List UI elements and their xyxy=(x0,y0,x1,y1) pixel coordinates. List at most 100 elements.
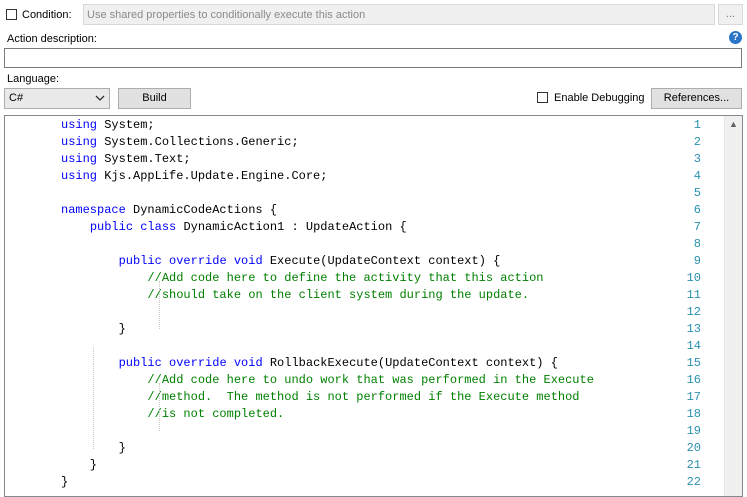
code-line: 10 //Add code here to define the activit… xyxy=(5,270,705,287)
code-token: Execute(UpdateContext context) { xyxy=(262,254,501,268)
indent-guide xyxy=(159,281,160,329)
code-text: namespace DynamicCodeActions { xyxy=(61,202,277,219)
code-token: System; xyxy=(97,118,155,132)
line-number: 16 xyxy=(686,373,701,387)
code-text: using Kjs.AppLife.Update.Engine.Core; xyxy=(61,168,327,185)
keyword-token: namespace xyxy=(61,203,126,217)
line-number: 22 xyxy=(686,475,701,489)
code-text: } xyxy=(61,474,68,491)
line-number: 9 xyxy=(693,254,701,268)
line-number: 6 xyxy=(693,203,701,217)
code-text: public override void RollbackExecute(Upd… xyxy=(61,355,558,372)
code-line: 21 } xyxy=(5,457,705,474)
code-token: System.Text; xyxy=(97,152,191,166)
keyword-token: using xyxy=(61,118,98,132)
comment-token: //method. The method is not performed if… xyxy=(147,390,580,404)
line-number: 14 xyxy=(686,339,701,353)
line-number: 7 xyxy=(693,220,701,234)
code-line: 22} xyxy=(5,474,705,491)
build-button[interactable]: Build xyxy=(118,88,191,109)
code-token: DynamicAction1 : UpdateAction { xyxy=(176,220,407,234)
code-text: //Add code here to undo work that was pe… xyxy=(61,372,594,389)
line-number: 8 xyxy=(693,237,701,251)
comment-token: //is not completed. xyxy=(147,407,285,421)
code-line: 16 //Add code here to undo work that was… xyxy=(5,372,705,389)
code-token: DynamicCodeActions { xyxy=(125,203,278,217)
condition-input[interactable]: Use shared properties to conditionally e… xyxy=(83,4,715,25)
condition-browse-button[interactable]: ... xyxy=(718,4,743,25)
indent-guide xyxy=(159,383,160,431)
code-line: 9 public override void Execute(UpdateCon… xyxy=(5,253,705,270)
keyword-token: using xyxy=(61,152,98,166)
code-line: 12 xyxy=(5,304,705,321)
code-line: 4 using Kjs.AppLife.Update.Engine.Core; xyxy=(5,168,705,185)
vertical-scrollbar[interactable]: ▲ xyxy=(724,116,742,496)
code-line: 3 using System.Text; xyxy=(5,151,705,168)
enable-debugging-checkbox[interactable] xyxy=(537,92,548,103)
code-token: } xyxy=(61,322,126,336)
line-number: 15 xyxy=(686,356,701,370)
language-label: Language: xyxy=(7,73,59,85)
code-line: 1 using System; xyxy=(5,117,705,134)
condition-checkbox[interactable] xyxy=(6,9,17,20)
line-number: 20 xyxy=(686,441,701,455)
action-description-field[interactable] xyxy=(4,48,742,68)
code-text: //Add code here to define the activity t… xyxy=(61,270,544,287)
indent-guide xyxy=(93,347,94,364)
code-text: using System.Collections.Generic; xyxy=(61,134,299,151)
code-line: 5 xyxy=(5,185,705,202)
keyword-token: using xyxy=(61,135,98,149)
line-number: 5 xyxy=(693,186,701,200)
code-text: using System; xyxy=(61,117,155,134)
code-line: 2 using System.Collections.Generic; xyxy=(5,134,705,151)
keyword-token: void xyxy=(233,356,263,370)
code-line: 20 } xyxy=(5,440,705,457)
code-token: } xyxy=(61,475,69,489)
line-number: 4 xyxy=(693,169,701,183)
code-text: //should take on the client system durin… xyxy=(61,287,529,304)
help-icon[interactable]: ? xyxy=(729,31,742,44)
keyword-token: public xyxy=(89,220,134,234)
line-number: 12 xyxy=(686,305,701,319)
keyword-token: override xyxy=(169,254,227,268)
keyword-token: override xyxy=(169,356,227,370)
code-text: //method. The method is not performed if… xyxy=(61,389,580,406)
code-line: 17 //method. The method is not performed… xyxy=(5,389,705,406)
code-line: 13 } xyxy=(5,321,705,338)
language-select[interactable]: C# xyxy=(4,88,110,109)
code-editor[interactable]: 1 using System; 2 using System.Collections.… xyxy=(4,115,743,497)
line-number: 19 xyxy=(686,424,701,438)
keyword-token: class xyxy=(140,220,177,234)
scroll-up-arrow-icon[interactable]: ▲ xyxy=(725,116,742,133)
line-number: 17 xyxy=(686,390,701,404)
line-number: 11 xyxy=(686,288,701,302)
keyword-token: public xyxy=(118,254,162,268)
keyword-token: public xyxy=(118,356,162,370)
code-token: System.Collections.Generic; xyxy=(97,135,299,149)
references-button[interactable]: References... xyxy=(651,88,742,109)
keyword-token: void xyxy=(233,254,263,268)
code-text: } xyxy=(61,321,126,338)
comment-token: //Add code here to undo work that was pe… xyxy=(147,373,594,387)
comment-token: //should take on the client system durin… xyxy=(147,288,530,302)
code-text: //is not completed. xyxy=(61,406,284,423)
line-number: 21 xyxy=(686,458,701,472)
chevron-down-icon xyxy=(95,95,105,101)
comment-token: //Add code here to define the activity t… xyxy=(147,271,544,285)
code-text: } xyxy=(61,457,97,474)
code-text: public class DynamicAction1 : UpdateActi… xyxy=(61,219,407,236)
code-line: 6 namespace DynamicCodeActions { xyxy=(5,202,705,219)
indent-guide xyxy=(93,364,94,449)
code-line: 7 public class DynamicAction1 : UpdateAc… xyxy=(5,219,705,236)
enable-debugging-label: Enable Debugging xyxy=(554,92,645,104)
code-line: 8 xyxy=(5,236,705,253)
